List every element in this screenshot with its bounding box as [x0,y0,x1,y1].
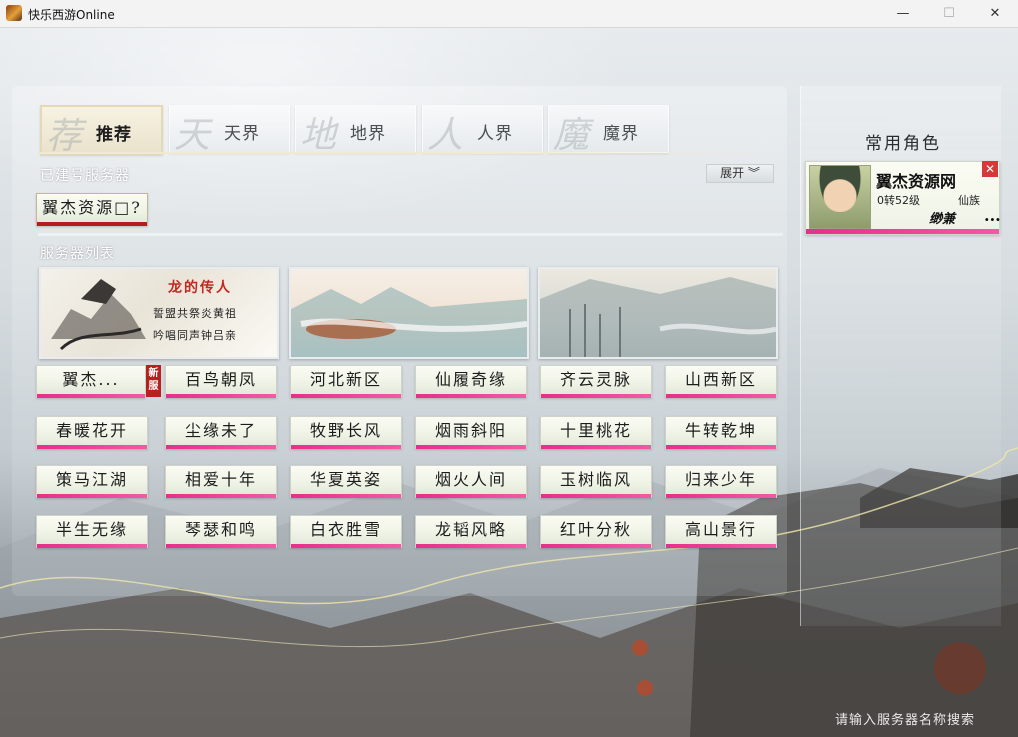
warrior-illustration [51,279,146,351]
maximize-button[interactable]: ☐ [926,0,972,27]
new-server-badge: 新服 [146,365,161,397]
server-button[interactable]: 半生无缘 [36,515,148,548]
tab-label: 地界 [350,124,386,144]
character-level: 0转52级 [877,194,920,207]
tab-deco-glyph: 魔 [553,115,590,156]
character-avatar [809,165,871,229]
tab-label: 推荐 [96,125,132,145]
tab-deco-glyph: 地 [300,115,337,156]
server-button[interactable]: 烟火人间 [415,465,527,498]
server-button[interactable]: 策马江湖 [36,465,148,498]
character-name: 翼杰资源网 [876,172,957,191]
tab-label: 魔界 [603,124,639,144]
banner-verse-1: 誓盟共祭炎黄祖 [153,307,237,320]
tab-recommended[interactable]: 荐 推荐 [40,105,163,157]
expand-button[interactable]: 展开 ︾ [706,164,774,183]
tab-heaven[interactable]: 天 天界 [169,105,290,156]
built-servers-label: 已建号服务器 [40,168,130,184]
tab-earth[interactable]: 地 地界 [295,105,416,156]
server-search-hint[interactable]: 请输入服务器名称搜索 [835,709,975,728]
server-button[interactable]: 华夏英姿 [290,465,402,498]
server-button[interactable]: 尘缘未了 [165,416,277,449]
character-more-button[interactable]: ... [984,206,1001,225]
section-divider [38,233,783,236]
server-button[interactable]: 牛转乾坤 [665,416,777,449]
server-list-label: 服务器列表 [40,246,115,262]
tab-demon[interactable]: 魔 魔界 [548,105,669,156]
tab-deco-glyph: 人 [427,115,464,156]
server-button[interactable]: 相爱十年 [165,465,277,498]
server-button[interactable]: 龙韬风略 [415,515,527,548]
server-button[interactable]: 烟雨斜阳 [415,416,527,449]
scenery-banner-2[interactable] [289,267,529,359]
server-button[interactable]: 翼杰... [36,365,146,398]
tabs-underline [38,152,773,154]
featured-server-banner[interactable]: 龙的传人 誓盟共祭炎黄祖 吟唱同声钟吕亲 [39,267,279,359]
character-card[interactable]: 翼杰资源网 0转52级 仙族 缈兼 ... [805,161,1001,235]
minimize-button[interactable]: — [880,0,926,27]
landscape-illustration [291,287,527,357]
server-button[interactable]: 白衣胜雪 [290,515,402,548]
common-roles-title: 常用角色 [865,134,941,154]
window-titlebar: 快乐西游Online — ☐ ✕ [0,0,1018,28]
server-button[interactable]: 高山景行 [665,515,777,548]
app-icon [6,5,22,21]
banner-title: 龙的传人 [168,280,232,296]
server-button[interactable]: 齐云灵脉 [540,365,652,398]
built-server-button[interactable]: 翼杰资源□? [36,193,148,226]
server-button[interactable]: 牧野长风 [290,416,402,449]
server-button[interactable]: 归来少年 [665,465,777,498]
server-button[interactable]: 琴瑟和鸣 [165,515,277,548]
tab-deco-glyph: 天 [174,115,211,156]
close-window-button[interactable]: ✕ [972,0,1018,27]
window-title: 快乐西游Online [28,8,115,22]
server-button[interactable]: 河北新区 [290,365,402,398]
remove-character-button[interactable]: ✕ [982,161,998,177]
server-button[interactable]: 玉树临风 [540,465,652,498]
character-race: 仙族 [958,194,980,207]
server-button[interactable]: 红叶分秋 [540,515,652,548]
banner-verse-2: 吟唱同声钟吕亲 [153,329,237,342]
server-button[interactable]: 百鸟朝凤 [165,365,277,398]
character-signature: 缈兼 [929,212,956,227]
forest-illustration [540,277,776,357]
tab-label: 天界 [224,124,260,144]
server-button[interactable]: 仙履奇缘 [415,365,527,398]
tab-human[interactable]: 人 人界 [422,105,543,156]
tab-label: 人界 [477,124,513,144]
server-button[interactable]: 山西新区 [665,365,777,398]
server-button[interactable]: 十里桃花 [540,416,652,449]
server-button[interactable]: 春暖花开 [36,416,148,449]
scenery-banner-3[interactable] [538,267,778,359]
